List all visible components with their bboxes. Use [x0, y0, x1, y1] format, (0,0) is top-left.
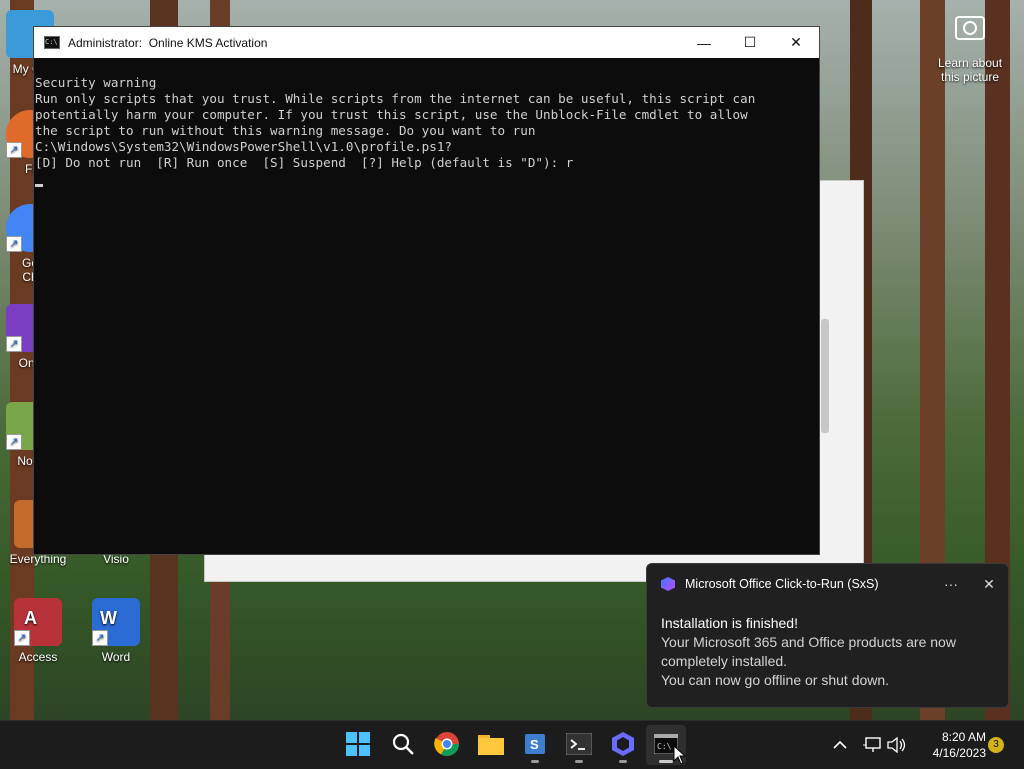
console-output[interactable]: Security warning Run only scripts that yo…: [34, 58, 819, 187]
title-prefix: Administrator:: [68, 35, 143, 50]
clock[interactable]: 8:20 AM 4/16/2023: [916, 729, 986, 761]
shortcut-arrow-icon: ↗: [6, 434, 22, 450]
svg-text:S: S: [530, 737, 539, 752]
network-button[interactable]: [862, 721, 882, 769]
access-icon: A ↗: [14, 598, 62, 646]
mouse-pointer-icon: [673, 745, 687, 765]
terminal-icon: [566, 733, 592, 755]
learn-about-picture-label: Learn about this picture: [937, 56, 1003, 84]
start-icon: [346, 732, 370, 756]
teams-admin-icon: S: [525, 734, 545, 754]
volume-button[interactable]: [887, 721, 907, 769]
title-name: Online KMS Activation: [148, 35, 268, 50]
shortcut-arrow-icon: ↗: [92, 630, 108, 646]
console-line: Security warning: [35, 75, 157, 90]
teams-admin-button[interactable]: S: [520, 729, 550, 763]
scrollbar[interactable]: [821, 319, 829, 433]
chrome-icon: [434, 732, 459, 757]
shortcut-arrow-icon: ↗: [6, 236, 22, 252]
console-line: [D] Do not run [R] Run once [S] Suspend …: [35, 155, 574, 170]
maximize-button[interactable]: ☐: [727, 27, 773, 58]
copilot-icon: [612, 732, 634, 756]
search-icon: [392, 733, 414, 755]
more-options-button[interactable]: ···: [932, 576, 970, 592]
shortcut-arrow-icon: ↗: [6, 142, 22, 158]
shortcut-arrow-icon: ↗: [6, 336, 22, 352]
console-line: C:\Windows\System32\WindowsPowerShell\v1…: [35, 139, 453, 154]
active-indicator: [659, 760, 673, 763]
console-line: potentially harm your computer. If you t…: [35, 107, 748, 122]
console-icon: C:\: [44, 36, 60, 49]
notification-badge[interactable]: 3: [988, 737, 1004, 753]
tray-chevron-button[interactable]: [832, 721, 848, 769]
file-explorer-button[interactable]: [476, 729, 506, 759]
running-indicator: [575, 760, 583, 763]
console-window[interactable]: C:\ Administrator: Online KMS Activation…: [33, 26, 820, 555]
desktop-icon-word[interactable]: W ↗ Word: [80, 598, 152, 664]
terminal-button[interactable]: [564, 729, 594, 763]
running-indicator: [619, 760, 627, 763]
clock-date: 4/16/2023: [932, 746, 986, 760]
camera-icon: [955, 16, 985, 40]
toast-app-name: Microsoft Office Click-to-Run (SxS): [685, 577, 879, 591]
text-cursor: [35, 184, 43, 187]
toast-message: Your Microsoft 365 and Office products a…: [661, 634, 956, 669]
network-icon: [863, 737, 881, 752]
console-line: Run only scripts that you trust. While s…: [35, 91, 756, 106]
svg-text:C:\: C:\: [657, 742, 672, 751]
volume-icon: [887, 737, 906, 753]
toast-heading: Installation is finished!: [661, 615, 798, 631]
console-line: the script to run without this warning m…: [35, 123, 536, 138]
minimize-button[interactable]: —: [681, 27, 727, 58]
search-button[interactable]: [388, 729, 418, 759]
running-indicator: [531, 760, 539, 763]
start-button[interactable]: [343, 729, 373, 759]
desktop-icon-access[interactable]: A ↗ Access: [2, 598, 74, 664]
shortcut-arrow-icon: ↗: [14, 630, 30, 646]
window-title: Administrator: Online KMS Activation: [68, 36, 681, 50]
taskbar: S C:\ 8:20 AM 4/16/2023 3: [0, 720, 1024, 769]
copilot-button[interactable]: [608, 729, 638, 763]
office-icon: [661, 577, 675, 591]
chrome-taskbar-button[interactable]: [432, 729, 462, 759]
toast-notification[interactable]: Microsoft Office Click-to-Run (SxS) ··· …: [646, 563, 1009, 708]
toast-message-2: You can now go offline or shut down.: [661, 672, 890, 688]
desktop-icon-label: Access: [18, 650, 58, 664]
word-icon: W ↗: [92, 598, 140, 646]
chevron-up-icon: [833, 740, 847, 749]
clock-time: 8:20 AM: [941, 730, 986, 744]
learn-about-picture[interactable]: Learn about this picture: [930, 16, 1010, 84]
toast-close-button[interactable]: ✕: [970, 576, 1008, 593]
desktop-icon-label: Word: [101, 650, 131, 664]
title-bar[interactable]: C:\ Administrator: Online KMS Activation…: [34, 27, 819, 58]
file-explorer-icon: [478, 735, 504, 755]
close-button[interactable]: ✕: [773, 27, 819, 58]
